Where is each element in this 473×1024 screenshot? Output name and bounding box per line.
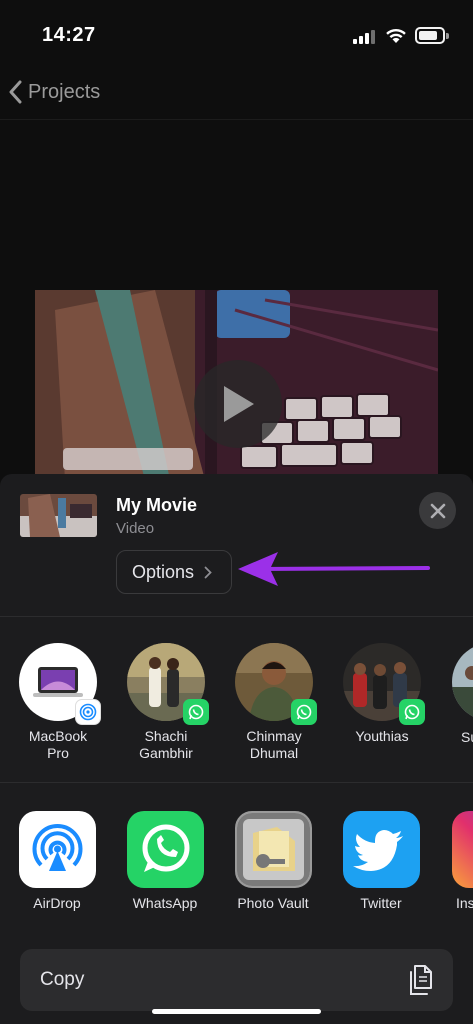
copy-action[interactable]: Copy [20, 949, 453, 1011]
person-name: Shachi Gambhir [139, 728, 193, 761]
divider [0, 616, 473, 617]
whatsapp-badge-icon [183, 699, 209, 725]
person-item-shachi[interactable]: Shachi Gambhir [116, 643, 216, 762]
chevron-left-icon [9, 80, 22, 104]
person-name: Chinmay Dhumal [246, 728, 302, 761]
app-label: Photo Vault [237, 895, 309, 911]
back-button[interactable]: Projects [8, 74, 100, 110]
options-button[interactable]: Options [116, 550, 232, 594]
twitter-icon [342, 811, 420, 888]
video-thumbnail [20, 494, 97, 537]
copy-label: Copy [40, 969, 85, 990]
person-item-partial[interactable]: Su [440, 643, 473, 773]
app-label: Ins [456, 895, 473, 911]
photo-vault-icon [234, 811, 312, 888]
person-name: Youthias [355, 728, 409, 744]
chevron-right-icon [204, 566, 212, 578]
avatar [235, 643, 317, 725]
share-title: My Movie [116, 495, 198, 515]
whatsapp-badge-icon [291, 699, 317, 725]
airdrop-badge-icon [75, 699, 101, 725]
avatar [127, 643, 209, 725]
person-name: MacBook Pro [28, 728, 88, 761]
close-icon [430, 503, 445, 518]
person-name: Su [461, 729, 473, 745]
options-label: Options [132, 561, 195, 582]
wifi-icon [386, 28, 406, 43]
annotation-arrow-icon [238, 552, 430, 586]
copy-icon [410, 965, 432, 995]
back-label: Projects [28, 80, 101, 103]
status-time: 14:27 [42, 24, 96, 46]
app-twitter[interactable]: Twitter [331, 811, 431, 911]
app-airdrop[interactable]: AirDrop [7, 811, 107, 911]
app-label: AirDrop [33, 895, 81, 911]
status-bar: 14:27 [0, 0, 473, 62]
whatsapp-badge-icon [399, 699, 425, 725]
whatsapp-icon [126, 811, 204, 888]
home-indicator [152, 1009, 321, 1014]
avatar [19, 643, 101, 725]
avatar [452, 643, 473, 721]
app-label: Twitter [360, 895, 402, 911]
laptop-icon [33, 667, 83, 697]
play-icon [224, 386, 254, 422]
divider [0, 782, 473, 783]
app-whatsapp[interactable]: WhatsApp [115, 811, 215, 911]
airdrop-icon [18, 811, 96, 888]
app-instagram[interactable]: Ins [450, 811, 473, 921]
instagram-icon [452, 811, 473, 888]
play-button[interactable] [194, 360, 282, 448]
person-item-chinmay[interactable]: Chinmay Dhumal [224, 643, 324, 762]
avatar [343, 643, 425, 725]
battery-icon [415, 27, 449, 44]
app-photo-vault[interactable]: Photo Vault [223, 811, 323, 911]
cellular-signal-icon [353, 30, 377, 44]
close-button[interactable] [419, 492, 456, 529]
nav-divider [0, 119, 473, 120]
person-item-macbook[interactable]: MacBook Pro [8, 643, 108, 762]
share-subtitle: Video [116, 520, 155, 537]
app-label: WhatsApp [132, 895, 198, 911]
person-item-youthias[interactable]: Youthias [332, 643, 432, 745]
